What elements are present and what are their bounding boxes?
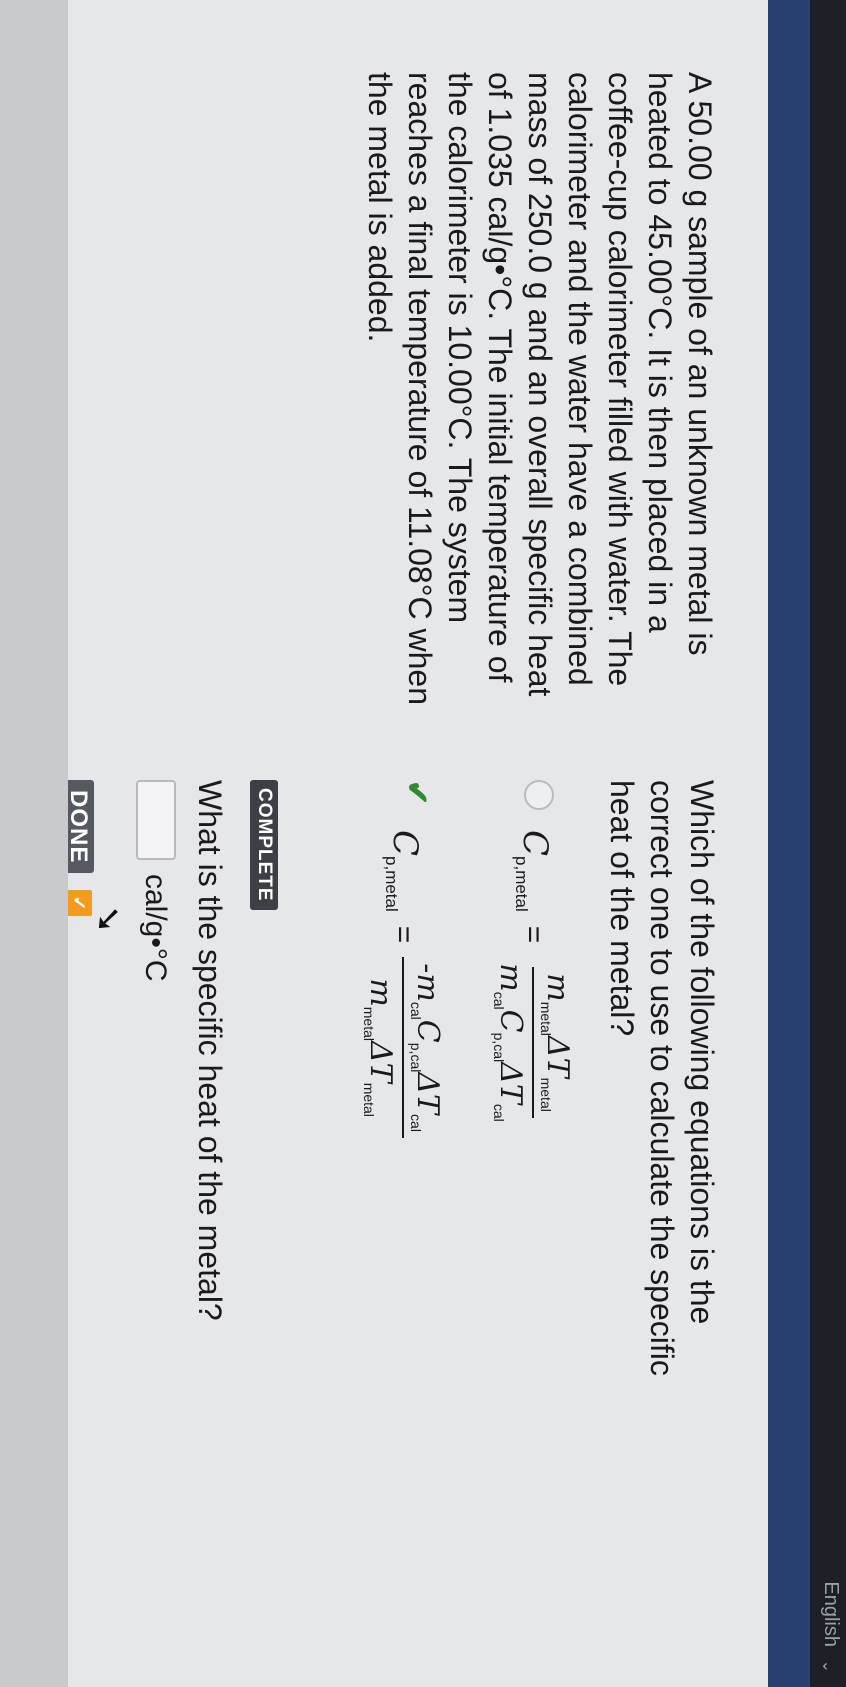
answer-option-1[interactable]: Cp,metal = mmetalΔTmetal mcalCp,calΔTcal (491, 770, 578, 1330)
problem-statement: A 50.00 g sample of an unknown metal is … (362, 72, 718, 706)
footer-strip (0, 0, 68, 1687)
screen: English ⌄ A 50.00 g sample of an unknown… (0, 0, 846, 1687)
equation-lhs: Cp,metal (512, 830, 555, 912)
equation-option-1: Cp,metal = mmetalΔTmetal mcalCp,calΔTcal (488, 830, 578, 1128)
denominator: mcalCp,calΔTcal (491, 963, 528, 1122)
equation-option-2: Cp,metal = -mcalCp,calΔTcal mmetalΔTmeta… (358, 830, 448, 1138)
radio-button[interactable] (524, 780, 554, 810)
assignment-page: English ⌄ A 50.00 g sample of an unknown… (0, 0, 846, 1687)
answer-option-2[interactable]: ✔ Cp,metal = -mcalCp,calΔTcal mmetalΔTme… (361, 770, 448, 1330)
numerator: -mcalCp,calΔTcal (402, 957, 445, 1138)
question-1-prompt: Which of the following equations is the … (604, 780, 720, 1376)
chevron-down-icon[interactable]: ⌄ (818, 1660, 838, 1673)
denominator: mmetalΔTmetal (361, 978, 398, 1117)
numerator: mmetalΔTmetal (532, 967, 575, 1118)
unit-label: cal/g•°C (139, 874, 172, 982)
equation-lhs: Cp,metal (382, 830, 425, 912)
status-badge: COMPLETE (250, 780, 278, 910)
fraction: mmetalΔTmetal mcalCp,calΔTcal (491, 957, 575, 1128)
specific-heat-input[interactable] (136, 780, 176, 860)
fraction: -mcalCp,calΔTcal mmetalΔTmetal (361, 957, 445, 1138)
mouse-cursor-icon: ➘ (89, 905, 127, 934)
question-2-prompt: What is the specific heat of the metal? (192, 780, 228, 1321)
top-bar: English ⌄ (810, 0, 846, 1687)
navigation-bar (768, 0, 810, 1687)
checkmark-icon: ✔ (400, 780, 433, 806)
language-selector[interactable]: English (819, 1581, 842, 1647)
question-panel: A 50.00 g sample of an unknown metal is … (62, 0, 768, 1687)
done-chevron-icon[interactable]: ✓ (66, 890, 92, 916)
